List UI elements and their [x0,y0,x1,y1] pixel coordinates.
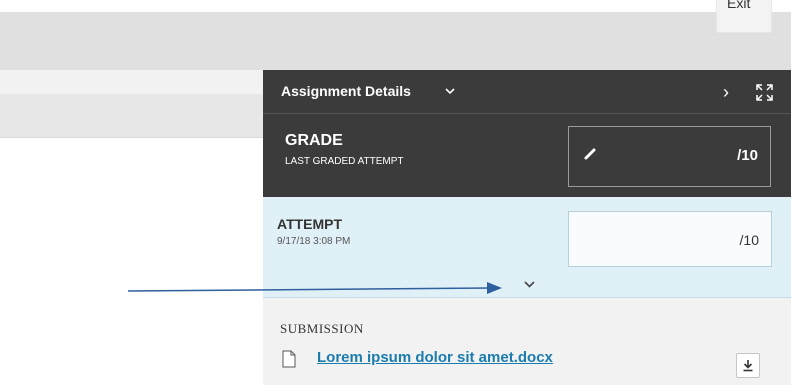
expand-icon[interactable] [756,84,773,101]
attempt-section: ATTEMPT 9/17/18 3:08 PM /10 [263,197,791,298]
submission-title: SUBMISSION [280,321,364,336]
chevron-down-icon[interactable] [445,88,455,94]
grade-value: /10 [737,147,758,164]
exit-button[interactable]: Exit [716,0,772,33]
grade-field[interactable]: /10 [568,126,771,187]
pencil-icon[interactable] [583,145,599,161]
download-button[interactable] [736,353,760,378]
assignment-details-panel: Assignment Details › GRADE LAST GRADED A… [263,70,791,385]
exit-label: Exit [727,0,751,11]
download-icon [743,360,753,372]
attempt-date: 9/17/18 3:08 PM [277,236,351,247]
top-bar: Exit [0,0,791,70]
grade-section: GRADE LAST GRADED ATTEMPT /10 [263,114,791,197]
grade-sublabel: LAST GRADED ATTEMPT [285,156,404,167]
top-strip [0,0,791,12]
chevron-down-icon[interactable] [524,281,535,288]
content-area [0,138,263,385]
submission-file-link[interactable]: Lorem ipsum dolor sit amet.docx [317,349,553,366]
content-band-top [0,70,263,94]
document-icon [282,350,296,368]
submission-section: SUBMISSION Lorem ipsum dolor sit amet.do… [263,298,791,385]
attempt-grade-value: /10 [739,232,759,248]
attempt-label: ATTEMPT [277,216,343,232]
chevron-right-icon[interactable]: › [723,82,729,103]
panel-header: Assignment Details › [263,70,791,114]
attempt-grade-input[interactable]: /10 [568,211,772,267]
grade-label: GRADE [285,132,343,149]
content-toolbar [0,94,263,138]
panel-title[interactable]: Assignment Details [281,83,411,99]
